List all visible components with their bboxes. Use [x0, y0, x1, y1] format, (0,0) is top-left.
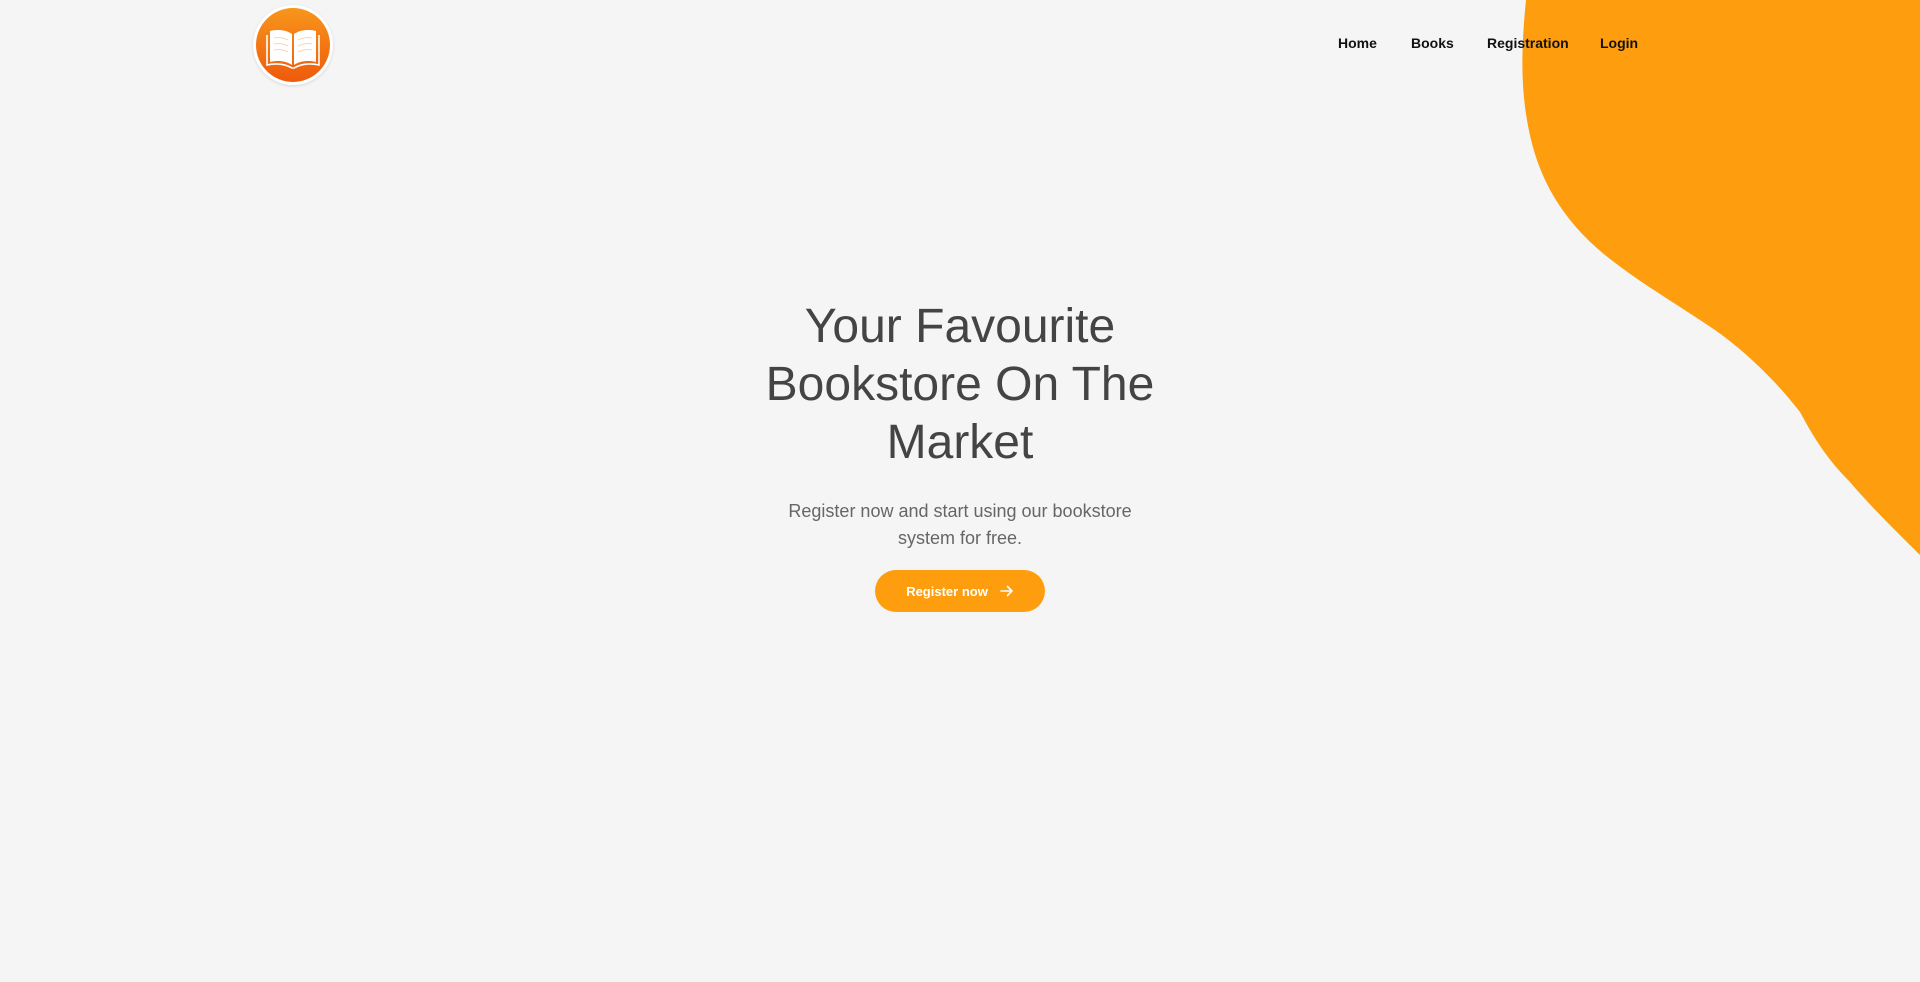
nav-link-books[interactable]: Books: [1411, 31, 1454, 55]
nav-link-home[interactable]: Home: [1338, 31, 1377, 55]
register-now-button[interactable]: Register now: [875, 570, 1045, 612]
hero-title-line: Bookstore On The: [765, 358, 1155, 411]
hero-title-line: Market: [886, 416, 1034, 469]
logo[interactable]: [253, 5, 333, 85]
nav-link-registration[interactable]: Registration: [1487, 31, 1569, 55]
page: Home Books Registration Login Your Favou…: [0, 0, 1920, 982]
nav-link-login[interactable]: Login: [1600, 31, 1638, 55]
register-now-label: Register now: [906, 583, 988, 599]
hero-subtitle: Register now and start using our booksto…: [780, 498, 1140, 552]
open-book-icon: [256, 8, 330, 82]
hero-title-line: Your Favourite: [804, 300, 1116, 353]
hero-subtitle-line: system for free.: [897, 528, 1023, 548]
hero-subtitle-line: Register now and start using our booksto…: [788, 501, 1132, 521]
hero-title: Your Favourite Bookstore On The Market: [750, 298, 1170, 472]
hero-section: Your Favourite Bookstore On The Market R…: [660, 298, 1260, 612]
arrow-right-icon: [1000, 585, 1013, 597]
